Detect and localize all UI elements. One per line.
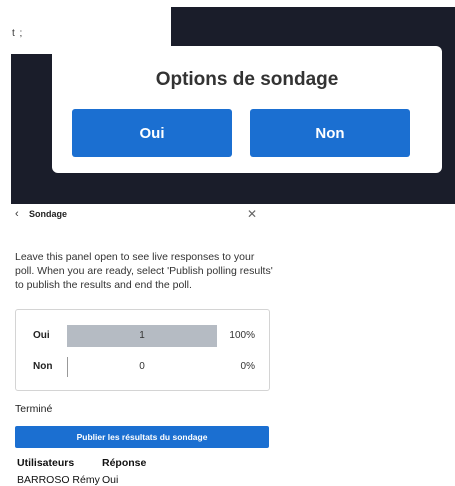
slide-fragment-text: t ; (12, 28, 24, 39)
result-percent: 100% (229, 330, 255, 341)
poll-options-title: Options de sondage (155, 69, 339, 90)
panel-title: Sondage (29, 209, 68, 219)
poll-results-box: Oui 1 100% Non 0 0% (15, 309, 270, 391)
result-bar: 0 (67, 356, 217, 378)
close-icon[interactable]: ✕ (247, 207, 257, 221)
result-bar: 1 (67, 325, 217, 347)
result-label: Oui (33, 330, 50, 341)
publish-results-button[interactable]: Publier les résultats du sondage (15, 426, 269, 448)
presentation-area: t ; Options de sondage Oui Non (11, 0, 455, 204)
poll-option-oui-button[interactable]: Oui (72, 109, 232, 157)
poll-option-non-button[interactable]: Non (250, 109, 410, 157)
chevron-left-icon[interactable]: ‹ (15, 208, 19, 220)
panel-header: ‹ Sondage ✕ (15, 207, 265, 222)
result-row: Non 0 0% (16, 356, 269, 378)
table-cell-user: BARROSO Rémy (17, 474, 100, 486)
table-header-response: Réponse (102, 457, 147, 469)
result-percent: 0% (240, 361, 255, 372)
result-row: Oui 1 100% (16, 325, 269, 347)
poll-instructions: Leave this panel open to see live respon… (15, 251, 273, 291)
poll-options-card: Options de sondage Oui Non (52, 46, 442, 173)
result-count: 0 (139, 361, 145, 372)
table-cell-response: Oui (102, 474, 119, 486)
poll-status: Terminé (15, 403, 53, 415)
table-header-users: Utilisateurs (17, 457, 75, 469)
result-label: Non (33, 361, 53, 372)
result-count: 1 (139, 330, 145, 341)
